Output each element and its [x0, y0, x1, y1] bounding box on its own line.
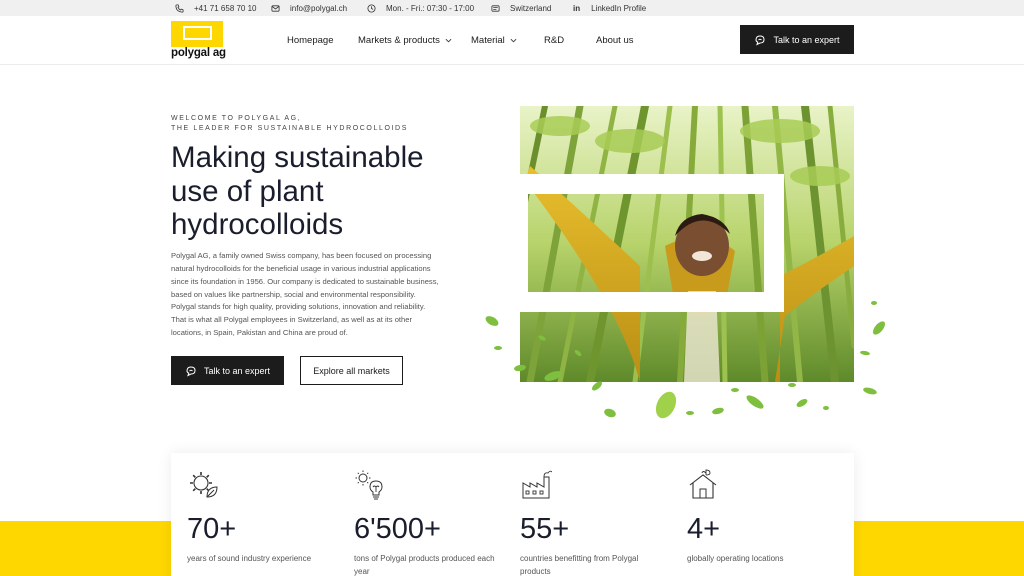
mail-icon — [271, 4, 280, 12]
logo-text: polygal ag — [171, 47, 226, 59]
phone-icon — [175, 3, 184, 13]
eyebrow-line-1: WELCOME TO POLYGAL AG, — [171, 115, 302, 122]
nav-homepage-label: Homepage — [287, 34, 334, 46]
nav-rd[interactable]: R&D — [544, 16, 564, 64]
hero-eyebrow: WELCOME TO POLYGAL AG, THE LEADER FOR SU… — [171, 114, 408, 134]
nav-homepage[interactable]: Homepage — [287, 16, 333, 64]
falling-leaves-decoration — [485, 301, 885, 419]
phone-link[interactable]: +41 71 658 70 10 — [175, 0, 257, 16]
explore-markets-label: Explore all markets — [313, 365, 390, 376]
stat-value: 4+ — [687, 513, 721, 545]
talk-to-expert-header-label: Talk to an expert — [773, 34, 840, 45]
nav-about-us[interactable]: About us — [596, 16, 634, 64]
linkedin-icon: in — [573, 3, 581, 13]
nav-about-label: About us — [596, 34, 634, 46]
top-info-bar: +41 71 658 70 10 info@polygal.ch Mon. - … — [0, 0, 1024, 16]
hero-body-line: That is what all Polygal employees in Sw… — [171, 315, 413, 325]
stat-label: years of sound industry experience — [187, 554, 312, 563]
email-address: info@polygal.ch — [290, 3, 348, 13]
chevron-down-icon — [510, 38, 517, 42]
chat-bubbles-icon — [755, 34, 765, 45]
nav-material-label: Material — [471, 34, 505, 46]
hero-title: Making sustainable use of plant hydrocol… — [171, 141, 471, 242]
nav-rd-label: R&D — [544, 34, 565, 46]
stat-value: 6'500+ — [354, 513, 441, 545]
main-header: polygal ag Homepage Markets & products M… — [0, 16, 1024, 65]
hero-body-line: natural hydrocolloids for the beneficial… — [171, 263, 431, 273]
hero-body-line: since its foundation in 1956. Our compan… — [171, 276, 439, 286]
hero-description: Polygal AG, a family owned Swiss company… — [171, 250, 483, 340]
map-icon — [491, 4, 500, 12]
hero-body-line: Polygal stands for high quality, providi… — [171, 302, 426, 312]
stats-card: 70+ years of sound industry experience 6… — [171, 453, 854, 576]
factory-icon — [522, 470, 552, 499]
talk-to-expert-button[interactable]: Talk to an expert — [171, 356, 284, 385]
nav-markets-products[interactable]: Markets & products — [358, 16, 452, 64]
explore-markets-button[interactable]: Explore all markets — [300, 356, 403, 385]
nav-material[interactable]: Material — [471, 16, 517, 64]
linkedin-text: LinkedIn Profile — [591, 3, 647, 13]
stat-label: countries benefitting from Polygal produ… — [520, 554, 639, 576]
nav-markets-label: Markets & products — [358, 34, 440, 46]
chat-bubbles-icon — [186, 365, 196, 376]
hero-title-line-3: hydrocolloids — [171, 208, 344, 241]
hero-body-line: locations, in Spain, Pakistan and China … — [171, 328, 348, 338]
linkedin-link[interactable]: in LinkedIn Profile — [573, 0, 646, 16]
hero-body-line: Polygal AG, a family owned Swiss company… — [171, 251, 432, 260]
clock-icon — [367, 3, 376, 13]
house-plant-icon — [689, 469, 717, 499]
phone-number: +41 71 658 70 10 — [194, 3, 257, 13]
talk-to-expert-header-button[interactable]: Talk to an expert — [740, 25, 854, 54]
stat-label: tons of Polygal products produced each y… — [354, 554, 495, 576]
hero-body-line: based on values like partnership, social… — [171, 289, 416, 299]
stat-value: 70+ — [187, 513, 237, 545]
sun-bulb-icon — [355, 470, 383, 500]
talk-to-expert-label: Talk to an expert — [203, 365, 271, 376]
email-link[interactable]: info@polygal.ch — [271, 0, 347, 16]
gear-leaf-icon — [190, 472, 218, 498]
hours-text: Mon. - Fri.: 07:30 - 17:00 — [386, 3, 475, 13]
chevron-down-icon — [445, 38, 452, 42]
opening-hours: Mon. - Fri.: 07:30 - 17:00 — [367, 0, 474, 16]
location-info: Switzerland — [491, 0, 551, 16]
hero-title-line-1: Making sustainable — [171, 141, 424, 174]
polygal-logo[interactable]: polygal ag — [171, 21, 226, 61]
stat-value: 55+ — [520, 513, 570, 545]
eyebrow-line-2: THE LEADER FOR SUSTAINABLE HYDROCOLLOIDS — [171, 125, 408, 132]
stat-label: globally operating locations — [687, 554, 784, 563]
country-text: Switzerland — [510, 3, 552, 13]
logo-mark — [171, 21, 223, 47]
hero-title-line-2: use of plant — [171, 174, 324, 208]
